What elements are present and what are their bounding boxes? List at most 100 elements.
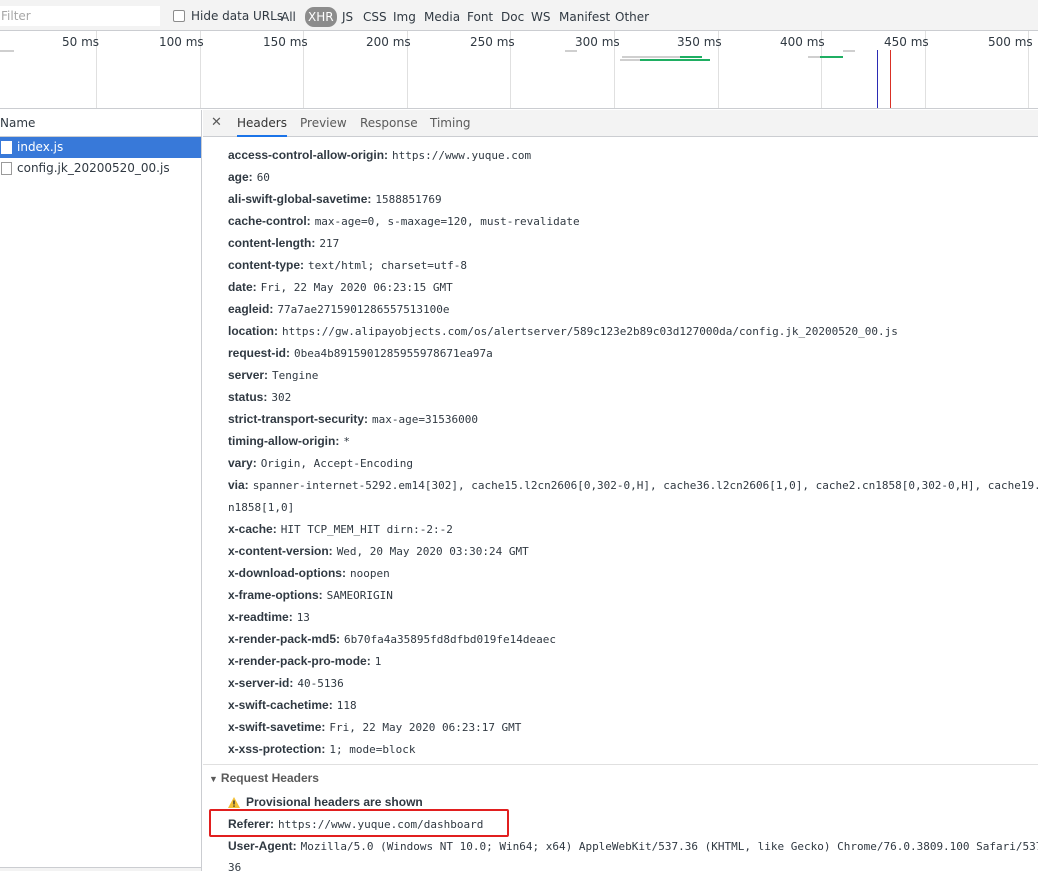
header-value-continuation: 36 — [228, 861, 242, 871]
hide-data-urls-label: Hide data URLs — [191, 9, 284, 23]
tab-timing[interactable]: Timing — [430, 110, 471, 137]
type-filter-css[interactable]: CSS — [360, 7, 390, 27]
request-detail-panel: ✕ Headers Preview Response Timing access… — [203, 110, 1038, 871]
header-value: 1 — [374, 655, 382, 668]
header-value: 302 — [271, 391, 292, 404]
timeline-request-bar — [0, 50, 14, 52]
timeline-tick: 300 ms — [575, 35, 620, 49]
type-filter-manifest[interactable]: Manifest — [556, 7, 613, 27]
header-name: vary: — [228, 456, 257, 470]
header-name: x-render-pack-pro-mode: — [228, 654, 371, 668]
close-icon[interactable]: ✕ — [211, 115, 222, 130]
header-value: max-age=0, s-maxage=120, must-revalidate — [314, 215, 580, 228]
header-value: n1858[1,0] — [228, 501, 295, 514]
request-row[interactable]: config.jk_20200520_00.js — [0, 158, 201, 179]
filter-input[interactable] — [0, 6, 160, 26]
response-header-row: cache-control: max-age=0, s-maxage=120, m… — [228, 214, 580, 228]
type-filter-js[interactable]: JS — [339, 7, 356, 27]
detail-tabbar: ✕ Headers Preview Response Timing — [203, 110, 1038, 137]
timeline-tick: 150 ms — [263, 35, 308, 49]
header-value: https://www.yuque.com — [392, 149, 532, 162]
header-value: 40-5136 — [297, 677, 344, 690]
timeline-tick: 100 ms — [159, 35, 204, 49]
request-row[interactable]: index.js — [0, 137, 201, 158]
header-value: 1588851769 — [375, 193, 442, 206]
header-name: location: — [228, 324, 278, 338]
file-icon — [1, 162, 12, 175]
request-name: index.js — [17, 140, 64, 154]
timeline-tick: 350 ms — [677, 35, 722, 49]
tab-response[interactable]: Response — [360, 110, 418, 137]
dom-content-loaded-marker — [877, 50, 878, 108]
timeline-request-bar — [622, 56, 680, 58]
response-header-row: location: https://gw.alipayobjects.com/os… — [228, 324, 898, 338]
timeline-tick: 500 ms — [988, 35, 1033, 49]
header-value: 60 — [256, 171, 270, 184]
provisional-warning-text: Provisional headers are shown — [246, 795, 423, 809]
header-name: x-server-id: — [228, 676, 294, 690]
type-filter-all[interactable]: All — [278, 7, 299, 27]
response-header-row: strict-transport-security: max-age=315360… — [228, 412, 478, 426]
request-list-status-bar — [0, 867, 201, 871]
load-event-marker — [890, 50, 891, 108]
header-name: age: — [228, 170, 253, 184]
network-overview-timeline[interactable]: 50 ms 100 ms 150 ms 200 ms 250 ms 300 ms… — [0, 31, 1038, 109]
tab-headers[interactable]: Headers — [237, 110, 287, 137]
triangle-down-icon: ▼ — [209, 774, 218, 784]
header-name: strict-transport-security: — [228, 412, 369, 426]
section-divider — [203, 764, 1038, 765]
type-filter-font[interactable]: Font — [464, 7, 496, 27]
response-header-row: n1858[1,0] — [228, 500, 294, 514]
header-name: x-cache: — [228, 522, 277, 536]
response-header-row: x-server-id: 40-5136 — [228, 676, 344, 690]
response-header-row: age: 60 — [228, 170, 270, 184]
response-header-row: vary: Origin, Accept-Encoding — [228, 456, 413, 470]
response-header-row: x-cache: HIT TCP_MEM_HIT dirn:-2:-2 — [228, 522, 453, 536]
header-value: 6b70fa4a35895fd8dfbd019fe14deaec — [344, 633, 556, 646]
request-list-name-header[interactable]: Name — [0, 110, 201, 137]
timeline-request-bar — [808, 56, 820, 58]
request-headers-title: Request Headers — [220, 771, 319, 785]
header-value: SAMEORIGIN — [326, 589, 393, 602]
header-value: https://www.yuque.com/dashboard — [278, 818, 484, 831]
response-header-row: content-type: text/html; charset=utf-8 — [228, 258, 467, 272]
header-value: spanner-internet-5292.em14[302], cache15… — [252, 479, 1038, 492]
type-filter-ws[interactable]: WS — [528, 7, 553, 27]
header-name: date: — [228, 280, 257, 294]
response-header-row: request-id: 0bea4b8915901285955978671ea97… — [228, 346, 493, 360]
response-header-row: via: spanner-internet-5292.em14[302], cac… — [228, 478, 1038, 492]
header-name: x-readtime: — [228, 610, 293, 624]
header-name: x-frame-options: — [228, 588, 323, 602]
type-filter-doc[interactable]: Doc — [498, 7, 527, 27]
header-value: 217 — [319, 237, 340, 250]
type-filter-other[interactable]: Other — [612, 7, 652, 27]
header-value: 77a7ae2715901286557513100e — [277, 303, 450, 316]
response-header-row: x-download-options: noopen — [228, 566, 390, 580]
header-name: cache-control: — [228, 214, 311, 228]
timeline-tick: 450 ms — [884, 35, 929, 49]
header-name: access-control-allow-origin: — [228, 148, 389, 162]
hide-data-urls-toggle[interactable]: Hide data URLs — [173, 9, 283, 23]
header-name: request-id: — [228, 346, 291, 360]
header-name: status: — [228, 390, 268, 404]
type-filter-xhr[interactable]: XHR — [305, 7, 337, 27]
header-name: x-content-version: — [228, 544, 333, 558]
header-name: User-Agent: — [228, 839, 297, 853]
header-value: 118 — [336, 699, 357, 712]
header-value: Origin, Accept-Encoding — [260, 457, 414, 470]
header-value: * — [343, 435, 350, 448]
header-value: https://gw.alipayobjects.com/os/alertser… — [282, 325, 898, 338]
header-value: text/html; charset=utf-8 — [308, 259, 467, 272]
provisional-headers-warning: Provisional headers are shown — [228, 795, 423, 809]
request-headers-section-toggle[interactable]: ▼ Request Headers — [209, 771, 319, 785]
response-header-row: timing-allow-origin: * — [228, 434, 350, 448]
type-filter-img[interactable]: Img — [390, 7, 419, 27]
response-header-row: x-frame-options: SAMEORIGIN — [228, 588, 393, 602]
type-filter-media[interactable]: Media — [421, 7, 463, 27]
hide-data-urls-checkbox[interactable] — [173, 10, 185, 22]
warning-icon — [228, 796, 240, 808]
tab-preview[interactable]: Preview — [300, 110, 347, 137]
request-header-row: User-Agent: Mozilla/5.0 (Windows NT 10.0;… — [228, 839, 1038, 853]
header-value: max-age=31536000 — [372, 413, 478, 426]
response-header-row: ali-swift-global-savetime: 1588851769 — [228, 192, 442, 206]
